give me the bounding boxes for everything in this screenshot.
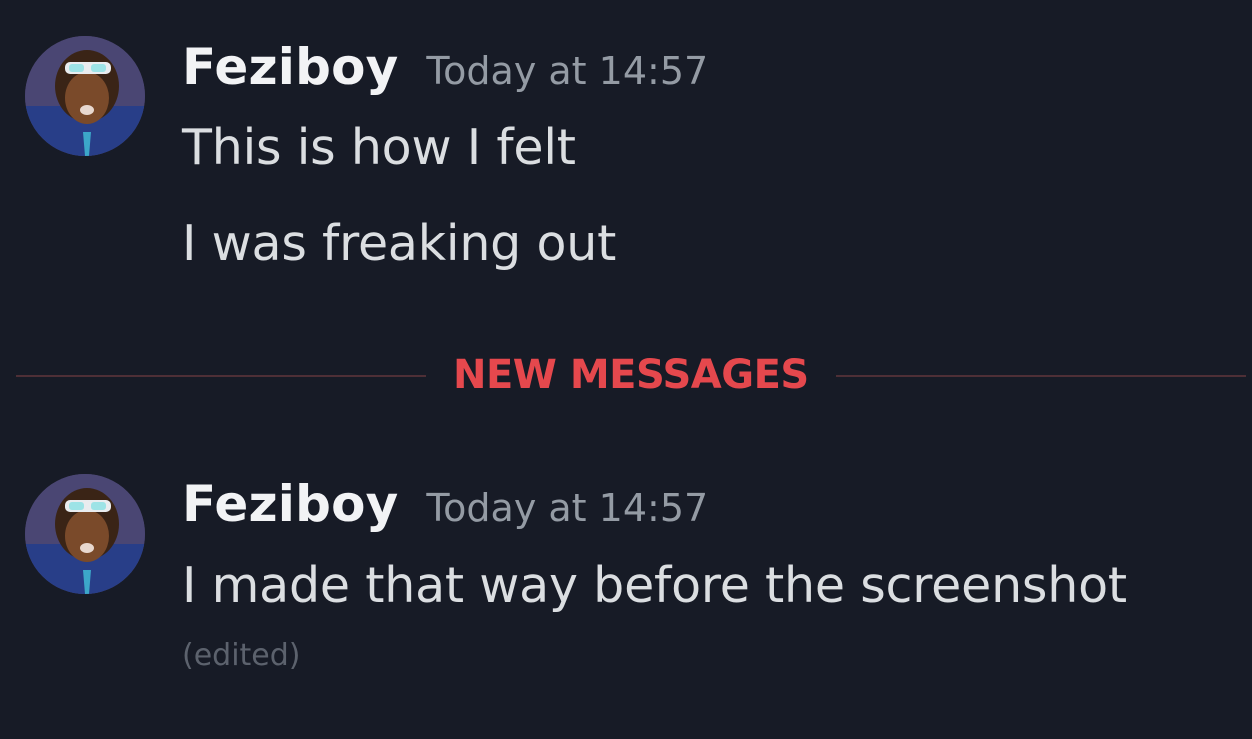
username[interactable]: Feziboy: [182, 475, 398, 533]
timestamp: Today at 14:57: [426, 49, 709, 93]
message-header: Feziboy Today at 14:57: [182, 38, 708, 96]
message-text: I made that way before the screenshot: [182, 557, 1127, 614]
username[interactable]: Feziboy: [182, 38, 398, 96]
avatar[interactable]: [25, 474, 145, 594]
message-text: This is how I felt: [182, 119, 576, 176]
divider-line-right: [836, 375, 1246, 377]
edited-label: (edited): [182, 638, 301, 673]
new-messages-label: NEW MESSAGES: [453, 352, 809, 398]
avatar[interactable]: [25, 36, 145, 156]
chat-message-list: Feziboy Today at 14:57 This is how I fel…: [0, 0, 1252, 739]
timestamp: Today at 14:57: [426, 486, 709, 530]
message-header: Feziboy Today at 14:57: [182, 475, 708, 533]
message-text: I was freaking out: [182, 215, 617, 272]
divider-line-left: [16, 375, 426, 377]
